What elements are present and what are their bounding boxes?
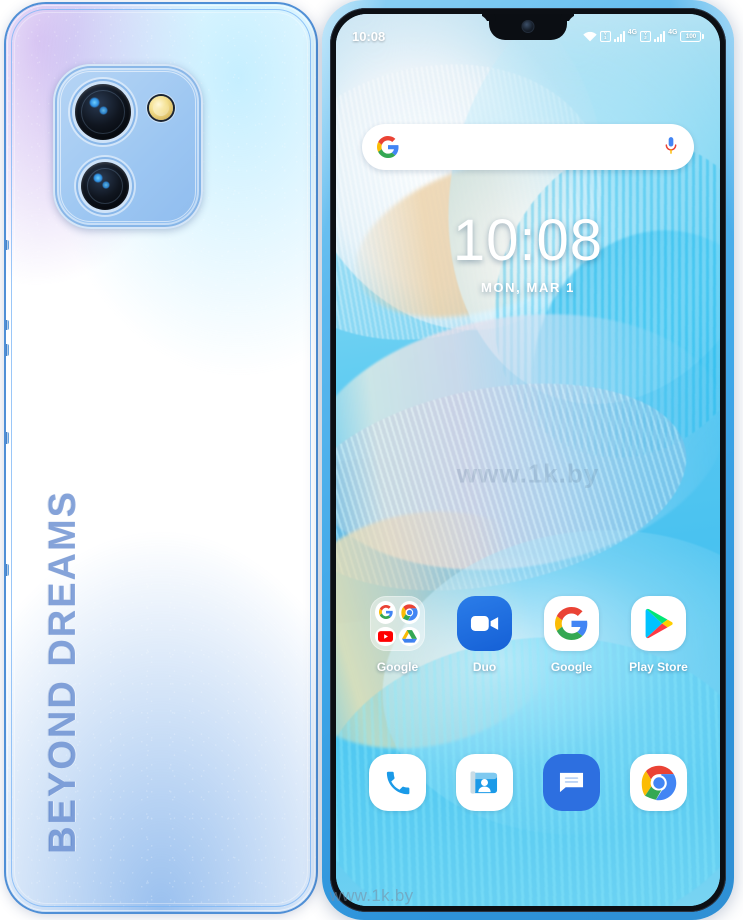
duo-icon[interactable]	[457, 596, 512, 651]
wifi-icon	[583, 31, 597, 42]
app-label: Duo	[472, 660, 497, 674]
power-button	[6, 432, 9, 444]
drive-icon	[399, 626, 420, 646]
status-bar: 10:08 Y 1 4G Y 2 4G 100	[336, 14, 720, 52]
phone-display[interactable]: www.1k.by 10:08 Y 1 4G Y 2 4G 100 10:08 …	[336, 14, 720, 906]
contacts-icon[interactable]	[456, 754, 513, 811]
product-photo-canvas: BEYOND DREAMS www.1k.by 10:08 Y 1 4G Y 2…	[0, 0, 743, 920]
app-label: Play Store	[629, 660, 688, 674]
sim1-icon: Y 1	[599, 30, 611, 42]
battery-cap	[702, 33, 704, 39]
google-folder-icon[interactable]	[370, 596, 425, 651]
home-screen-app-grid: Google Duo Google Play Store	[354, 596, 702, 674]
volume-down-button	[6, 344, 9, 356]
dock-item-contacts[interactable]	[441, 754, 528, 811]
clock-widget[interactable]: 10:08 MON, MAR 1	[336, 208, 720, 296]
network-type-sim2: 4G	[668, 28, 678, 36]
lens-glint	[102, 181, 110, 189]
google-search-widget[interactable]	[362, 124, 694, 170]
phone-icon[interactable]	[369, 754, 426, 811]
volume-up-button	[6, 320, 9, 330]
battery-icon: 100	[680, 30, 704, 42]
rear-camera-lens-secondary	[81, 162, 129, 210]
phone-back-view: BEYOND DREAMS	[6, 4, 316, 912]
signal-bars-sim2-icon	[654, 30, 666, 42]
rear-camera-module	[53, 64, 203, 229]
network-type-sim1: 4G	[627, 28, 638, 36]
app-icon-duo[interactable]: Duo	[441, 596, 528, 674]
display-bezel: www.1k.by 10:08 Y 1 4G Y 2 4G 100 10:08 …	[330, 8, 726, 912]
microphone-icon[interactable]	[663, 136, 679, 158]
home-screen-dock	[354, 754, 702, 811]
lens-glint	[93, 173, 103, 183]
clock-widget-time: 10:08	[452, 208, 604, 273]
app-icon-play-store[interactable]: Play Store	[615, 596, 702, 674]
led-flash	[149, 96, 173, 120]
google-g-logo	[377, 136, 399, 158]
chrome-icon[interactable]	[630, 754, 687, 811]
chrome-icon	[399, 601, 420, 624]
side-button	[6, 240, 9, 250]
google-search-icon[interactable]	[544, 596, 599, 651]
lens-glint	[99, 106, 108, 115]
brand-slogan: BEYOND DREAMS	[42, 490, 84, 854]
youtube-icon	[375, 626, 396, 646]
dock-item-messages[interactable]	[528, 754, 615, 811]
status-bar-icons: Y 1 4G Y 2 4G 100	[583, 25, 704, 42]
rear-camera-lens-main	[75, 84, 131, 140]
lens-glint	[89, 97, 100, 108]
signal-bars-sim1-icon	[613, 30, 625, 42]
app-label: Google	[376, 660, 419, 674]
status-bar-clock: 10:08	[352, 28, 386, 44]
google-search-icon	[375, 601, 396, 624]
side-button	[6, 564, 9, 576]
lens-inner-ring	[81, 90, 125, 134]
phone-front-view: www.1k.by 10:08 Y 1 4G Y 2 4G 100 10:08 …	[322, 0, 734, 920]
app-label: Google	[550, 660, 593, 674]
dock-item-phone[interactable]	[354, 754, 441, 811]
app-icon-google-folder[interactable]: Google	[354, 596, 441, 674]
lens-inner-ring	[87, 168, 123, 204]
app-icon-google[interactable]: Google	[528, 596, 615, 674]
play-store-icon[interactable]	[631, 596, 686, 651]
battery-level-text: 100	[680, 30, 702, 42]
dock-item-chrome[interactable]	[615, 754, 702, 811]
messages-icon[interactable]	[543, 754, 600, 811]
sim2-icon: Y 2	[640, 30, 652, 42]
clock-widget-date: MON, MAR 1	[481, 280, 575, 295]
